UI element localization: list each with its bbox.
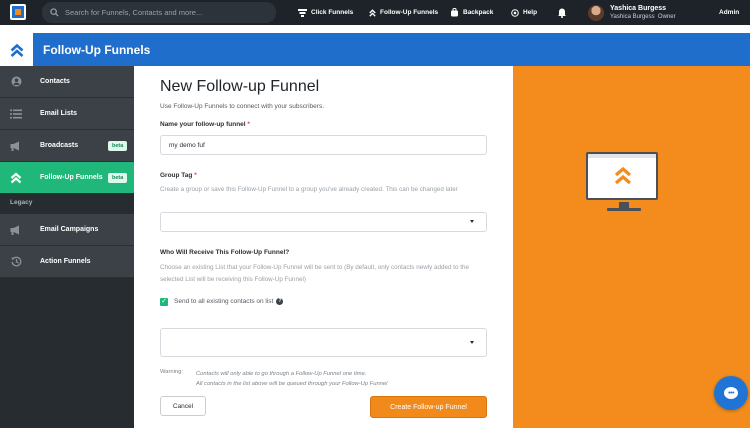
group-tag-help: Create a group or save this Follow-Up Fu…: [160, 186, 458, 193]
monitor-illustration: [586, 152, 658, 200]
search-icon: [50, 8, 59, 17]
funnel-name-value: my demo fuf: [169, 141, 205, 149]
nav-help[interactable]: Help: [511, 0, 537, 25]
double-chevron-up-icon: [10, 43, 23, 57]
sidebar-legacy-heading: Legacy: [10, 199, 33, 206]
receive-label: Who Will Receive This Follow-Up Funnel?: [160, 249, 290, 256]
illustration-panel: [513, 66, 750, 428]
notifications-button[interactable]: [557, 0, 571, 25]
list-select[interactable]: [160, 328, 487, 357]
app-header-icon-box: [0, 33, 33, 66]
cancel-button[interactable]: Cancel: [160, 396, 206, 416]
funnel-name-input[interactable]: my demo fuf: [160, 135, 487, 155]
funnel-grid-icon: [298, 8, 307, 17]
nav-follow-up-funnels-label: Follow-Up Funnels: [380, 9, 439, 16]
bell-icon: [558, 8, 566, 18]
sidebar-item-broadcasts[interactable]: Broadcasts beta: [0, 130, 134, 162]
form-subtitle: Use Follow-Up Funnels to connect with yo…: [160, 103, 325, 110]
chat-button[interactable]: •••: [714, 376, 748, 410]
sidebar-item-label: Follow-Up Funnels: [40, 174, 103, 181]
sidebar-item-email-campaigns[interactable]: Email Campaigns: [0, 214, 134, 246]
megaphone-icon: [6, 214, 26, 246]
send-all-label-text: Send to all existing contacts on list: [174, 298, 274, 305]
beta-badge: beta: [108, 141, 128, 151]
sidebar-item-follow-up-funnels[interactable]: Follow-Up Funnels beta: [0, 162, 134, 194]
nav-follow-up-funnels[interactable]: Follow-Up Funnels: [369, 0, 438, 25]
nav-click-funnels-label: Click Funnels: [311, 9, 354, 16]
nav-backpack-label: Backpack: [463, 9, 494, 16]
receive-help: Choose an existing List that your Follow…: [160, 264, 470, 283]
clickfunnels-logo[interactable]: [10, 4, 26, 20]
send-all-checkbox[interactable]: ✓: [160, 298, 168, 306]
required-marker: *: [247, 121, 250, 128]
app-header: Follow-Up Funnels: [0, 33, 750, 66]
history-icon: [6, 246, 26, 278]
sidebar: Contacts Email Lists Broadcasts beta Fol…: [0, 66, 134, 428]
group-tag-select[interactable]: [160, 212, 487, 232]
monitor-base: [607, 208, 641, 211]
send-all-label: Send to all existing contacts on list?: [174, 298, 284, 305]
search-bar[interactable]: Search for Funnels, Contacts and more...: [42, 2, 276, 23]
warning-line: All contacts in the list above will be q…: [196, 381, 388, 387]
user-menu[interactable]: Yashica Burgess Yashica Burgess Owner: [588, 2, 676, 23]
megaphone-icon: [6, 130, 26, 162]
backpack-icon: [451, 8, 458, 17]
question-icon[interactable]: ?: [276, 298, 284, 305]
double-chevron-up-icon: [614, 166, 632, 185]
admin-link[interactable]: Admin: [719, 0, 739, 25]
nav-backpack[interactable]: Backpack: [450, 0, 493, 25]
avatar: [588, 4, 604, 21]
sidebar-item-action-funnels[interactable]: Action Funnels: [0, 246, 134, 278]
user-name-short: Yashica Burgess: [610, 14, 655, 20]
nav-help-label: Help: [523, 9, 538, 16]
user-circle-icon: [6, 66, 26, 98]
list-icon: [6, 98, 26, 130]
sidebar-item-label: Broadcasts: [40, 142, 79, 149]
create-follow-up-funnel-button[interactable]: Create Follow-up Funnel: [370, 396, 487, 418]
top-navbar: Search for Funnels, Contacts and more...…: [0, 0, 750, 25]
name-field-label: Name your follow-up funnel *: [160, 121, 250, 128]
warning-key: Warning:: [160, 369, 183, 375]
user-subtitle: Yashica Burgess Owner: [610, 13, 676, 21]
chat-bubble-icon: •••: [724, 387, 738, 399]
required-marker: *: [194, 172, 197, 179]
help-icon: [511, 8, 519, 17]
chevron-down-icon: [470, 220, 474, 223]
user-role: Owner: [657, 14, 676, 20]
nav-click-funnels[interactable]: Click Funnels: [298, 0, 353, 25]
sidebar-item-email-lists[interactable]: Email Lists: [0, 98, 134, 130]
page-title: Follow-Up Funnels: [43, 42, 151, 57]
double-chevron-up-icon: [369, 8, 376, 17]
sidebar-item-label: Action Funnels: [40, 258, 91, 265]
main-content: New Follow-up Funnel Use Follow-Up Funne…: [134, 66, 513, 428]
user-name: Yashica Burgess: [610, 5, 667, 12]
name-field-label-text: Name your follow-up funnel: [160, 121, 246, 128]
sidebar-item-label: Email Campaigns: [40, 226, 99, 233]
double-chevron-up-icon: [6, 162, 26, 194]
group-tag-label: Group Tag *: [160, 172, 197, 179]
sidebar-item-label: Email Lists: [40, 110, 77, 117]
group-tag-label-text: Group Tag: [160, 172, 193, 179]
search-placeholder[interactable]: Search for Funnels, Contacts and more...: [65, 8, 202, 17]
sidebar-item-label: Contacts: [40, 78, 70, 85]
sidebar-item-contacts[interactable]: Contacts: [0, 66, 134, 98]
chevron-down-icon: [470, 340, 474, 344]
warning-line: Contacts will only able to go through a …: [196, 371, 367, 377]
beta-badge: beta: [108, 173, 128, 183]
warning-text: Contacts will only able to go through a …: [196, 369, 387, 389]
form-title: New Follow-up Funnel: [160, 78, 320, 95]
